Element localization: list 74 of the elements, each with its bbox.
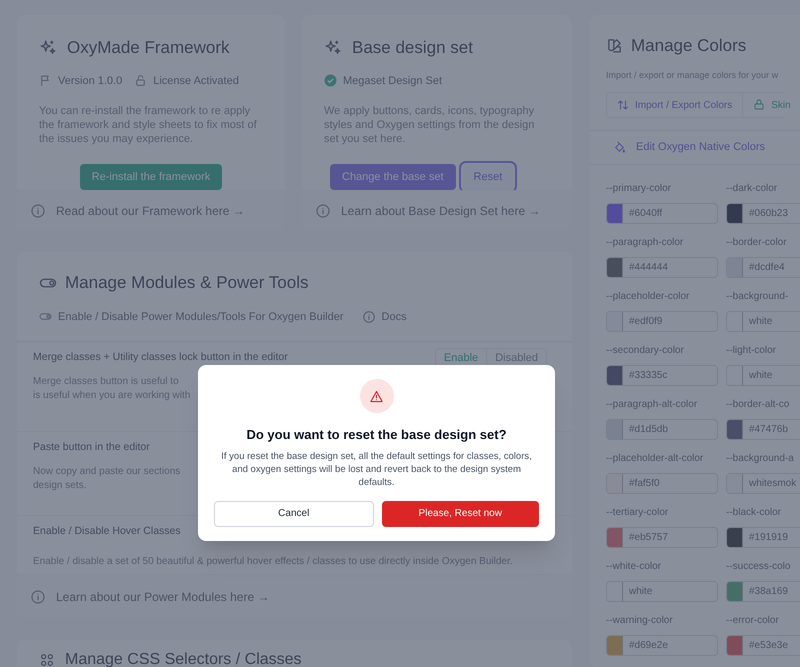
variable-name: --paragraph-color xyxy=(606,236,684,249)
docs-link[interactable]: Docs xyxy=(382,308,407,325)
module-title: Paste button in the editor xyxy=(33,440,150,456)
color-field[interactable]: #060b23 xyxy=(726,203,800,224)
sparkles-icon xyxy=(39,38,57,57)
card-title: OxyMade Framework xyxy=(67,37,230,59)
variable-name: --light-color xyxy=(726,344,776,357)
card-title: Manage Modules & Power Tools xyxy=(65,272,308,294)
paint-bucket-icon xyxy=(613,141,626,154)
color-field[interactable]: #dcdfe4 xyxy=(726,257,800,278)
module-title: Merge classes + Utility classes lock button in the editor xyxy=(33,350,288,366)
reinstall-button[interactable]: Re-install the framework xyxy=(80,164,222,190)
info-icon xyxy=(362,310,376,324)
color-field[interactable]: #6040ff xyxy=(606,203,718,224)
color-field[interactable]: #444444 xyxy=(606,257,718,278)
card-title: Manage CSS Selectors / Classes xyxy=(65,650,302,667)
color-field[interactable]: #33335c xyxy=(606,365,718,386)
color-field[interactable]: white xyxy=(606,581,718,602)
dialog-message: If you reset the base design set, all the default settings for classes, colors, and oxygen settings will be lost and revert back to the design system defaults. xyxy=(220,450,533,488)
variable-name: --success-colo xyxy=(726,560,790,573)
color-field[interactable]: #faf5f0 xyxy=(606,473,718,494)
variable-name: --border-color xyxy=(726,236,787,249)
variable-name: --placeholder-color xyxy=(606,290,690,303)
color-field[interactable]: #191919 xyxy=(726,527,800,548)
color-field[interactable]: #eb5757 xyxy=(606,527,718,548)
color-field[interactable]: #47476b xyxy=(726,419,800,440)
footer-link[interactable]: Learn about Base Design Set here → xyxy=(341,202,540,220)
warning-icon xyxy=(369,388,384,404)
card-title: Manage Colors xyxy=(631,35,746,57)
confirm-reset-button[interactable]: Please, Reset now xyxy=(382,500,539,526)
footer-link[interactable]: Read about our Framework here → xyxy=(56,202,245,220)
variable-name: --paragraph-alt-color xyxy=(606,398,698,411)
subtitle-text: Enable / Disable Power Modules/Tools For Oxygen Builder xyxy=(58,310,344,324)
dialog-title: Do you want to reset the base design set? xyxy=(246,426,507,444)
color-field[interactable]: white xyxy=(726,365,800,386)
color-field[interactable]: #e53e3e xyxy=(726,635,800,656)
variable-name: --background- xyxy=(726,290,788,303)
module-title: Enable / Disable Hover Classes xyxy=(33,524,181,540)
check-circle-icon xyxy=(324,74,337,88)
footer-link[interactable]: Learn about our Power Modules here → xyxy=(56,588,270,606)
sparkles-icon xyxy=(324,38,342,57)
cancel-button[interactable]: Cancel xyxy=(214,500,374,526)
variable-name: --background-a xyxy=(726,452,794,465)
color-field[interactable]: #d1d5db xyxy=(606,419,718,440)
color-field[interactable]: white xyxy=(726,311,800,332)
color-field[interactable]: #d69e2e xyxy=(606,635,718,656)
meta-text: Version 1.0.0 xyxy=(58,74,122,88)
color-field[interactable]: #edf0f9 xyxy=(606,311,718,332)
card-title: Base design set xyxy=(352,37,473,59)
swatch-icon xyxy=(606,37,623,54)
variable-name: --warning-color xyxy=(606,614,673,627)
info-icon xyxy=(30,202,46,218)
info-icon xyxy=(315,202,331,218)
toggle-option[interactable]: Enable xyxy=(436,349,486,367)
variable-name: --black-color xyxy=(726,506,782,519)
native-colors-link[interactable]: Edit Oxygen Native Colors xyxy=(613,139,765,156)
color-field[interactable]: whitesmok xyxy=(726,473,800,494)
variable-name: --secondary-color xyxy=(606,344,684,357)
variable-name: --tertiary-color xyxy=(606,506,668,519)
variable-name: --error-color xyxy=(726,614,779,627)
variable-name: --border-alt-co xyxy=(726,398,790,411)
color-field[interactable]: #38a169 xyxy=(726,581,800,602)
lock-icon xyxy=(134,74,148,88)
status-text: Megaset Design Set xyxy=(343,74,442,88)
variable-name: --primary-color xyxy=(606,182,671,195)
meta-text: License Activated xyxy=(153,74,239,88)
variable-name: --placeholder-alt-color xyxy=(606,452,704,465)
arrows-icon xyxy=(617,99,629,111)
tab-button[interactable]: Skin xyxy=(742,93,800,117)
variable-name: --dark-color xyxy=(726,182,778,195)
grid-icon xyxy=(39,652,55,667)
variable-name: --white-color xyxy=(606,560,662,573)
reset-button[interactable]: Reset xyxy=(462,164,514,190)
info-icon xyxy=(30,588,46,604)
